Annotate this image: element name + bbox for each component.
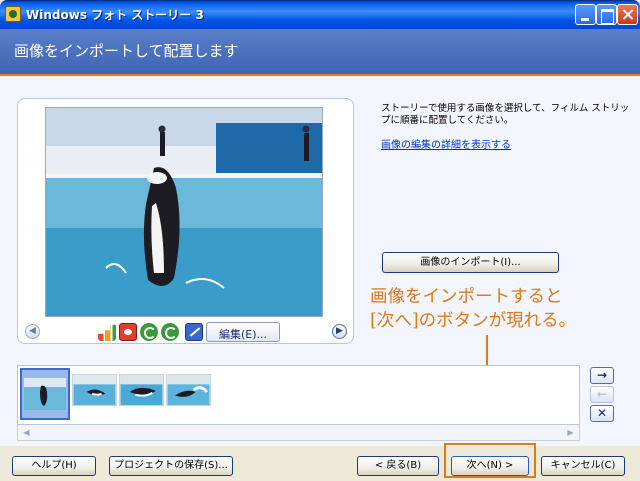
window-title: Windows フォト ストーリー 3 xyxy=(26,8,204,22)
wizard-footer: ヘルプ(H) プロジェクトの保存(S)... < 戻る(B) 次へ(N) > キ… xyxy=(0,446,640,481)
preview-image xyxy=(45,107,323,317)
previous-image-button[interactable]: ◀ xyxy=(25,324,40,339)
wizard-header: 画像をインポートして配置します xyxy=(0,29,640,76)
minimize-button[interactable] xyxy=(575,4,596,25)
annotation-line-1: 画像をインポートすると xyxy=(370,287,563,307)
edit-icon xyxy=(185,323,203,341)
move-right-button[interactable]: → xyxy=(590,367,614,384)
next-button-highlight xyxy=(444,443,536,478)
cancel-button[interactable]: キャンセル(C) xyxy=(541,456,625,476)
filmstrip xyxy=(17,365,580,425)
page-title: 画像をインポートして配置します xyxy=(14,42,239,60)
photo-tools xyxy=(98,322,179,342)
filmstrip-thumb[interactable] xyxy=(72,374,117,406)
help-button[interactable]: ヘルプ(H) xyxy=(12,456,96,476)
rotate-left-icon[interactable] xyxy=(140,323,158,341)
close-button[interactable] xyxy=(617,4,638,25)
move-left-button[interactable]: ← xyxy=(590,386,614,403)
arrow-right-icon: ▶ xyxy=(336,326,343,336)
red-eye-icon[interactable] xyxy=(119,323,137,341)
edit-button-label: 編集(E)... xyxy=(218,328,268,341)
description-text: ストーリーで使用する画像を選択して、フィルム ストリップに順番に配置してください… xyxy=(381,103,630,126)
scroll-right-icon[interactable]: ▶ xyxy=(564,426,577,439)
filmstrip-thumb[interactable] xyxy=(119,374,164,406)
annotation-line-2: [次へ]のボタンが現れる。 xyxy=(370,311,577,331)
rotate-right-icon[interactable] xyxy=(161,323,179,341)
save-project-button[interactable]: プロジェクトの保存(S)... xyxy=(109,456,233,476)
content-area: ◀ 編集(E)... ▶ ストーリーで使用する画像を選択して、フィルム ストリッ… xyxy=(0,77,640,446)
back-button[interactable]: < 戻る(B) xyxy=(357,456,439,476)
filmstrip-scrollbar[interactable]: ◀ ▶ xyxy=(17,425,580,441)
arrow-left-icon: ◀ xyxy=(29,326,36,336)
maximize-button[interactable] xyxy=(596,4,617,25)
remove-image-button[interactable]: ✕ xyxy=(590,405,614,422)
filmstrip-thumb[interactable] xyxy=(20,368,70,420)
chart-icon[interactable] xyxy=(98,324,116,341)
edit-button[interactable]: 編集(E)... xyxy=(185,322,280,342)
edit-details-link[interactable]: 画像の編集の詳細を表示する xyxy=(381,136,511,151)
next-image-button[interactable]: ▶ xyxy=(332,324,347,339)
import-images-button[interactable]: 画像のインポート(I)... xyxy=(382,252,559,273)
app-icon xyxy=(5,6,21,22)
preview-panel: ◀ 編集(E)... ▶ xyxy=(17,98,354,344)
title-bar: Windows フォト ストーリー 3 xyxy=(0,0,640,29)
filmstrip-thumb[interactable] xyxy=(166,374,211,406)
scroll-left-icon[interactable]: ◀ xyxy=(20,426,33,439)
annotation-text: 画像をインポートすると [次へ]のボタンが現れる。 xyxy=(370,285,638,333)
